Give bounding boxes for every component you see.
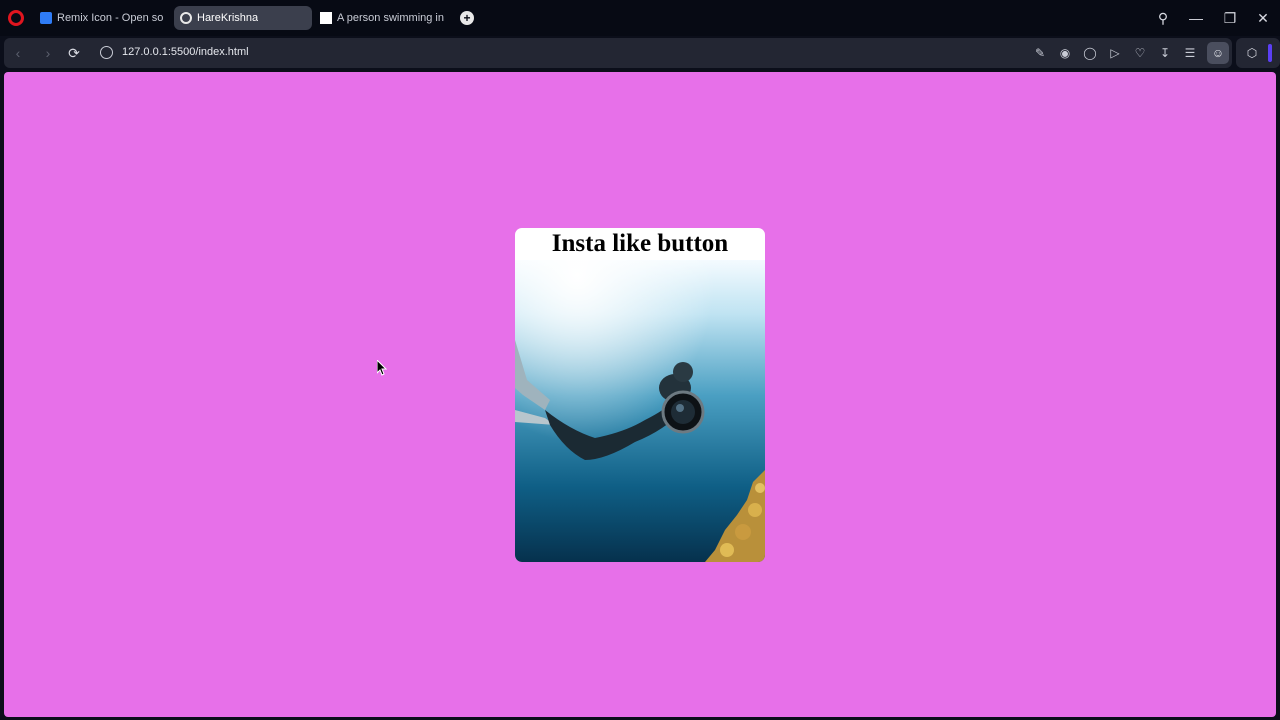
globe-icon	[180, 12, 192, 24]
new-tab-plus-icon[interactable]: +	[460, 11, 474, 25]
page-viewport: Insta like button	[4, 72, 1276, 717]
address-field[interactable]: 127.0.0.1:5500/index.html	[122, 46, 249, 58]
address-toolbar: ‹ › ⟳ 127.0.0.1:5500/index.html ✎ ◉ ◯ ▷ …	[4, 38, 1232, 68]
search-icon[interactable]: ⚲	[1153, 8, 1173, 28]
restore-icon[interactable]: ❐	[1220, 8, 1240, 28]
profile-icon[interactable]: ☺	[1207, 42, 1229, 64]
unsplash-favicon-icon	[320, 12, 332, 24]
tab-label: Remix Icon - Open source	[57, 12, 164, 24]
tab-label: HareKrishna	[197, 12, 259, 24]
sidebar-accent-bar	[1268, 44, 1272, 62]
forward-arrow-icon[interactable]: ›	[38, 43, 58, 63]
shield-icon[interactable]: ◯	[1082, 45, 1098, 61]
tab-person-swimming[interactable]: A person swimming in the	[314, 6, 452, 30]
minimize-icon[interactable]: —	[1186, 8, 1206, 28]
heart-icon[interactable]: ♡	[1132, 45, 1148, 61]
back-arrow-icon[interactable]: ‹	[8, 43, 28, 63]
tab-harekrishna[interactable]: HareKrishna	[174, 6, 312, 30]
diver-photo[interactable]	[515, 260, 765, 562]
opera-logo-icon[interactable]	[8, 10, 24, 26]
site-info-globe-icon[interactable]	[100, 46, 113, 59]
post-card: Insta like button	[515, 228, 765, 562]
reload-icon[interactable]: ⟳	[64, 43, 84, 63]
extensions-area: ⬡	[1236, 38, 1280, 68]
play-icon[interactable]: ▷	[1107, 45, 1123, 61]
camera-icon[interactable]: ◉	[1057, 45, 1073, 61]
close-icon[interactable]: ✕	[1253, 8, 1273, 28]
download-icon[interactable]: ↧	[1157, 45, 1173, 61]
remix-favicon-icon	[40, 12, 52, 24]
tab-bar: Remix Icon - Open source HareKrishna A p…	[0, 0, 1280, 36]
easy-setup-icon[interactable]: ☰	[1182, 45, 1198, 61]
tab-label: A person swimming in the	[337, 12, 446, 24]
tab-remix-icon[interactable]: Remix Icon - Open source	[34, 6, 170, 30]
mouse-cursor-icon	[377, 360, 388, 376]
card-title: Insta like button	[551, 230, 729, 257]
extensions-cube-icon[interactable]: ⬡	[1244, 45, 1260, 61]
edit-icon[interactable]: ✎	[1032, 45, 1048, 61]
